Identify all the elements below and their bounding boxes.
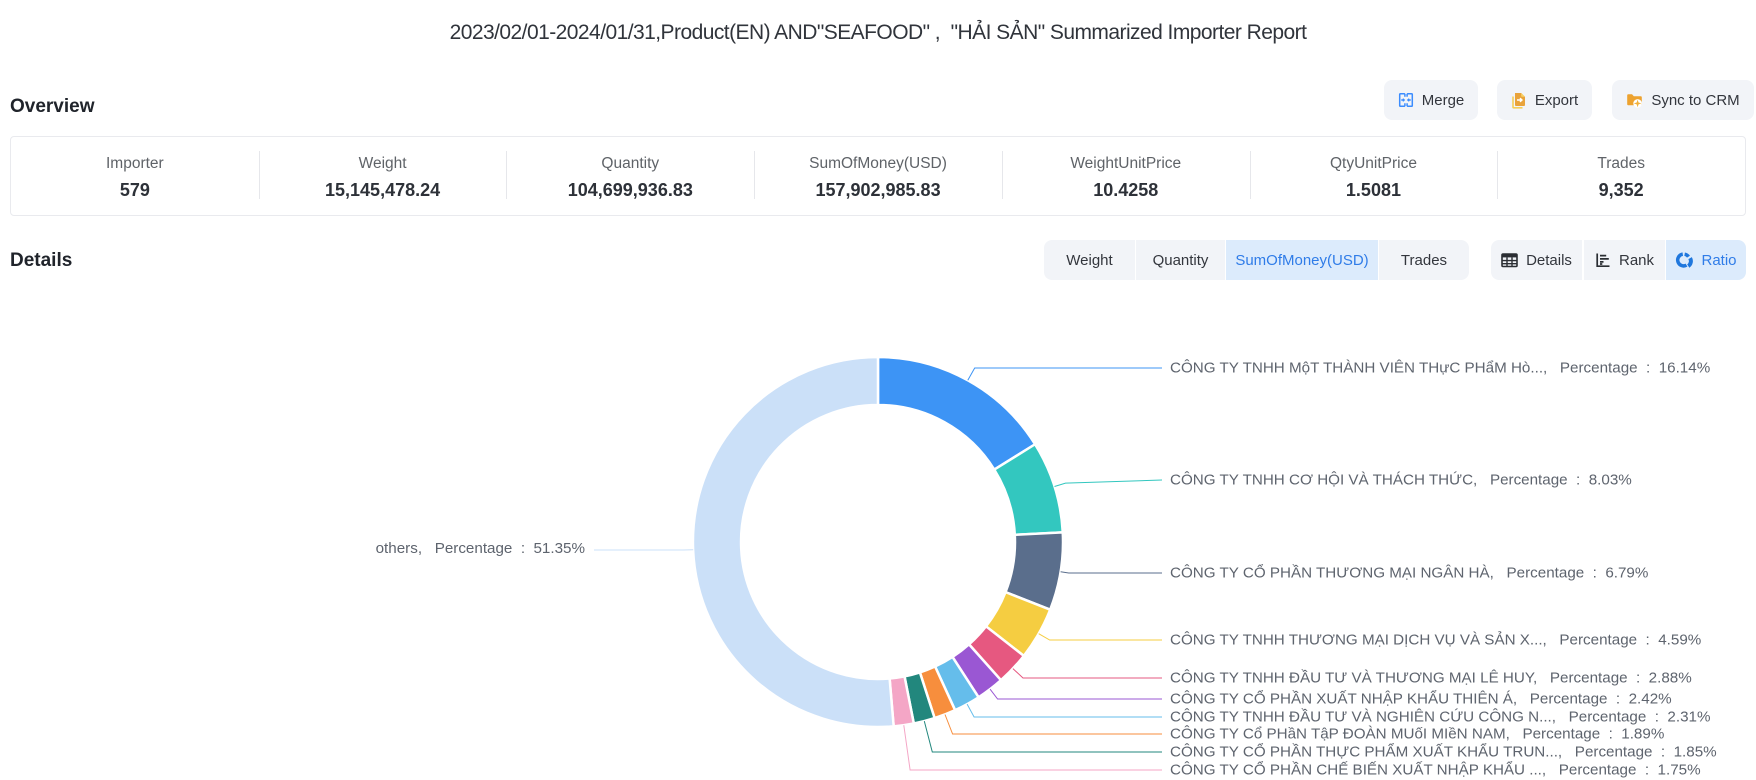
- svg-text:CÔNG TY CỔ PHẦN CHẾ BIẾN XUẤT: CÔNG TY CỔ PHẦN CHẾ BIẾN XUẤT NHẬP KHẨU …: [1170, 761, 1701, 779]
- svg-text:CÔNG TY CỔ PHẦN THỰC PHẨM XUẤT: CÔNG TY CỔ PHẦN THỰC PHẨM XUẤT KHẨU TRUN…: [1170, 743, 1717, 761]
- svg-text:CÔNG TY TNHH THƯƠNG MẠI DỊCH V: CÔNG TY TNHH THƯƠNG MẠI DỊCH VỤ VÀ SẢN X…: [1170, 632, 1701, 649]
- svg-text:CÔNG TY CỔ PHẦN XUẤT NHẬP KHẨU: CÔNG TY CỔ PHẦN XUẤT NHẬP KHẨU THIÊN Á, …: [1170, 690, 1672, 708]
- svg-text:CÔNG TY TNHH CƠ HỘI VÀ THÁCH T: CÔNG TY TNHH CƠ HỘI VÀ THÁCH THỨC, Perce…: [1170, 472, 1632, 489]
- svg-text:CÔNG TY TNHH ĐẦU TƯ VÀ NGHIÊN: CÔNG TY TNHH ĐẦU TƯ VÀ NGHIÊN CỨU CÔNG N…: [1170, 709, 1710, 726]
- svg-text:CÔNG TY Cổ PHầN TậP ĐOÀN MUốI: CÔNG TY Cổ PHầN TậP ĐOÀN MUốI MIềN NAM, …: [1170, 726, 1664, 743]
- svg-text:CÔNG TY CỔ PHẦN THƯƠNG MẠI NGÂ: CÔNG TY CỔ PHẦN THƯƠNG MẠI NGÂN HÀ, Perc…: [1170, 564, 1648, 582]
- svg-text:CÔNG TY TNHH MộT THÀNH VIÊN TH: CÔNG TY TNHH MộT THÀNH VIÊN THựC PHẩM Hò…: [1170, 360, 1710, 377]
- svg-text:others, Percentage : 51.35: others, Percentage : 51.35%: [376, 540, 585, 557]
- svg-text:CÔNG TY TNHH ĐẦU TƯ VÀ THƯƠNG: CÔNG TY TNHH ĐẦU TƯ VÀ THƯƠNG MẠI LÊ HUY…: [1170, 670, 1692, 687]
